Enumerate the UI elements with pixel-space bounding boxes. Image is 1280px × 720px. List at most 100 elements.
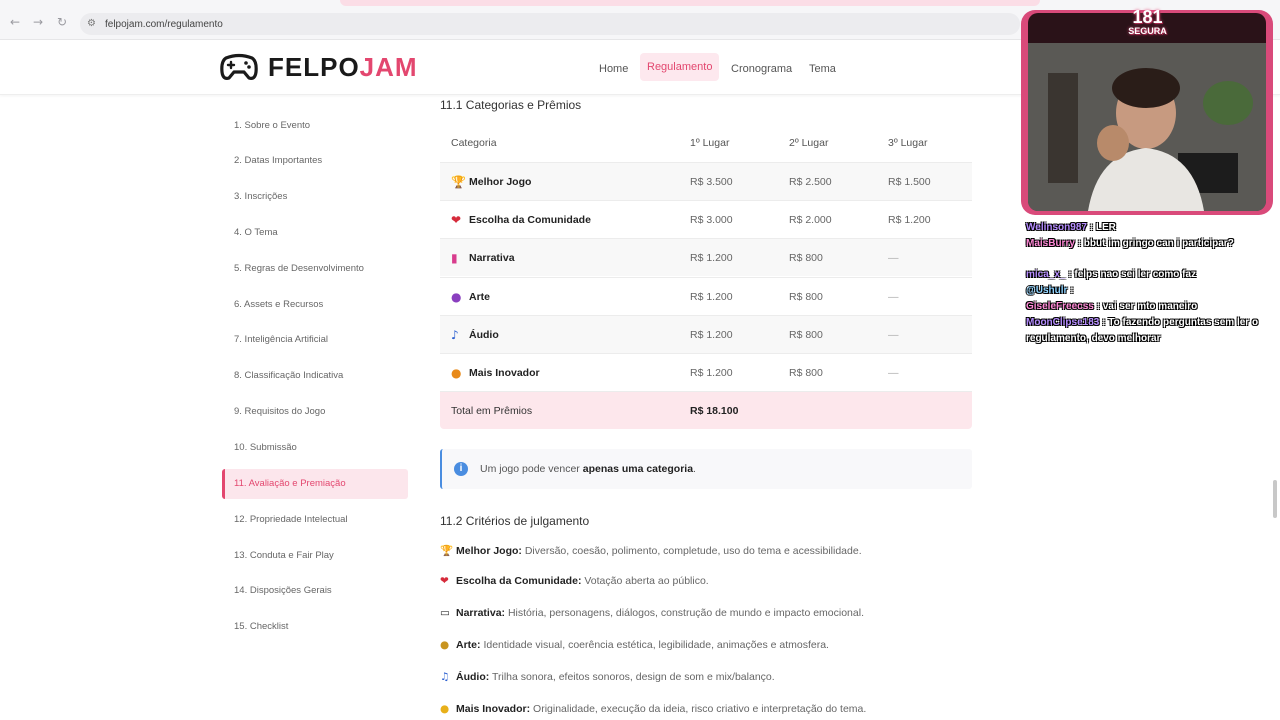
sidebar-item-propriedade[interactable]: 12. Propriedade Intelectual	[222, 505, 408, 535]
chat-text: : vai ser mto maneiro	[1096, 301, 1198, 312]
table-cell-1st: R$ 1.200	[690, 329, 733, 341]
table-cell-2nd: R$ 800	[789, 291, 823, 303]
criteria-item: ● Mais Inovador: Originalidade, execução …	[440, 703, 866, 715]
chat-message: MaisBurry : bbut im gringo can i partici…	[1026, 236, 1280, 251]
palette-icon: ●	[440, 639, 450, 651]
info-text-start: Um jogo pode vencer	[480, 463, 583, 475]
table-cell-2nd: R$ 2.000	[789, 214, 832, 226]
table-cell-category: Narrativa	[469, 252, 515, 264]
chat-text: : LER	[1089, 222, 1116, 233]
table-header-3rd: 3º Lugar	[888, 137, 928, 149]
table-cell-3rd: —	[888, 291, 899, 303]
url-text[interactable]: felpojam.com/regulamento	[105, 19, 223, 30]
nav-regulamento[interactable]: Regulamento	[640, 53, 720, 81]
chat-message: MoonClipse183 : To fazendo perguntas sem…	[1026, 315, 1280, 330]
palette-icon: ●	[451, 290, 462, 304]
sidebar-item-regras[interactable]: 5. Regras de Desenvolvimento	[222, 254, 408, 284]
reload-icon[interactable]: ↻	[57, 15, 67, 29]
info-text: Um jogo pode vencer apenas uma categoria…	[480, 463, 696, 475]
criteria-item: ❤ Escolha da Comunidade: Votação aberta a…	[440, 575, 709, 587]
criteria-label: Arte:	[456, 639, 481, 651]
sidebar-item-requisitos[interactable]: 9. Requisitos do Jogo	[222, 397, 408, 427]
logo-text-jam: JAM	[359, 52, 418, 82]
table-cell-1st: R$ 3.500	[690, 176, 733, 188]
forward-arrow-icon[interactable]: →	[33, 15, 43, 29]
music-note-icon: ♪	[451, 328, 459, 342]
sidebar-item-sobre[interactable]: 1. Sobre o Evento	[222, 111, 408, 141]
sidebar-item-disposicoes[interactable]: 14. Disposições Gerais	[222, 576, 408, 606]
chat-username: GiseleFreecss	[1026, 301, 1094, 312]
sidebar-item-assets[interactable]: 6. Assets e Recursos	[222, 290, 408, 320]
table-cell-1st: R$ 1.200	[690, 291, 733, 303]
table-cell-category: Mais Inovador	[469, 367, 540, 379]
total-value: R$ 18.100	[690, 405, 739, 417]
chat-message: Welinson987 : LER	[1026, 220, 1280, 235]
chat-username: mica_x_	[1026, 269, 1066, 280]
sidebar-item-avaliacao[interactable]: 11. Avaliação e Premiação	[222, 469, 408, 499]
criteria-text: Diversão, coesão, polimento, completude,…	[524, 545, 862, 557]
nav-home[interactable]: Home	[593, 60, 634, 78]
back-arrow-icon[interactable]: ←	[10, 15, 20, 29]
sidebar-item-datas[interactable]: 2. Datas Importantes	[222, 146, 408, 176]
criteria-text: Votação aberta ao público.	[584, 575, 709, 587]
table-cell-1st: R$ 1.200	[690, 252, 733, 264]
sidebar-item-checklist[interactable]: 15. Checklist	[222, 612, 408, 642]
nav-tema[interactable]: Tema	[803, 60, 842, 78]
sidebar-item-ia[interactable]: 7. Inteligência Artificial	[222, 325, 408, 355]
info-icon: i	[454, 462, 468, 476]
criteria-item: ● Arte: Identidade visual, coerência esté…	[440, 639, 829, 651]
table-header-1st: 1º Lugar	[690, 137, 730, 149]
criteria-text: História, personagens, diálogos, constru…	[507, 607, 864, 619]
sidebar-item-conduta[interactable]: 13. Conduta e Fair Play	[222, 541, 408, 571]
table-header-categoria: Categoria	[451, 137, 497, 149]
section-title-categorias: 11.1 Categorias e Prêmios	[440, 98, 582, 112]
table-cell-3rd: —	[888, 367, 899, 379]
lightbulb-icon: ●	[440, 703, 450, 715]
trophy-icon: 🏆	[451, 175, 466, 189]
table-cell-1st: R$ 1.200	[690, 367, 733, 379]
heart-icon: ❤	[440, 575, 449, 587]
table-cell-3rd: —	[888, 329, 899, 341]
table-cell-2nd: R$ 800	[789, 329, 823, 341]
chat-username: Welinson987	[1026, 222, 1087, 233]
chat-username: MaisBurry	[1026, 238, 1075, 249]
stream-counter: 181 SEGURA	[1100, 8, 1195, 36]
webcam-video	[1028, 43, 1266, 211]
table-header-2nd: 2º Lugar	[789, 137, 829, 149]
criteria-label: Escolha da Comunidade:	[456, 575, 582, 587]
chat-message: @Ushulr :	[1026, 283, 1280, 298]
music-note-icon: ♫	[440, 671, 450, 683]
table-cell-category: Escolha da Comunidade	[469, 214, 591, 226]
heart-icon: ❤	[451, 213, 462, 227]
table-cell-category: Melhor Jogo	[469, 176, 532, 188]
sidebar-item-submissao[interactable]: 10. Submissão	[222, 433, 408, 463]
chat-message-continued: regulamento, devo melhorar	[1026, 333, 1161, 344]
sidebar-item-inscricoes[interactable]: 3. Inscrições	[222, 182, 408, 212]
page-scrollbar[interactable]	[1273, 480, 1277, 518]
chat-username: MoonClipse183	[1026, 317, 1100, 328]
site-info-icon[interactable]: ⚙	[87, 18, 96, 29]
chat-text: : To fazendo perguntas sem ler o	[1102, 317, 1259, 328]
criteria-text: Originalidade, execução da ideia, risco …	[533, 703, 867, 715]
chat-text: :	[1070, 285, 1074, 296]
logo-text-felpo: FELPO	[268, 52, 360, 82]
criteria-item: ♫ Áudio: Trilha sonora, efeitos sonoros, …	[440, 671, 775, 683]
sidebar-item-classificacao[interactable]: 8. Classificação Indicativa	[222, 361, 408, 391]
table-cell-3rd: —	[888, 252, 899, 264]
section-title-criterios: 11.2 Critérios de julgamento	[440, 514, 590, 528]
table-cell-3rd: R$ 1.500	[888, 176, 931, 188]
table-cell-category: Arte	[469, 291, 491, 303]
gamepad-logo-icon[interactable]	[220, 52, 258, 82]
trophy-icon: 🏆	[440, 545, 454, 557]
book-icon: ▮	[451, 251, 458, 265]
table-cell-category: Áudio	[469, 329, 499, 341]
site-logo[interactable]: FELPOJAM	[268, 52, 418, 83]
criteria-text: Trilha sonora, efeitos sonoros, design d…	[491, 671, 775, 683]
lightbulb-icon: ●	[451, 366, 462, 380]
sidebar-item-tema[interactable]: 4. O Tema	[222, 218, 408, 248]
total-label: Total em Prêmios	[451, 405, 533, 417]
chat-text: : felps nao sei ler como faz	[1068, 269, 1197, 280]
nav-cronograma[interactable]: Cronograma	[725, 60, 798, 78]
criteria-label: Melhor Jogo:	[456, 545, 522, 557]
streamer-silhouette	[1028, 43, 1266, 211]
